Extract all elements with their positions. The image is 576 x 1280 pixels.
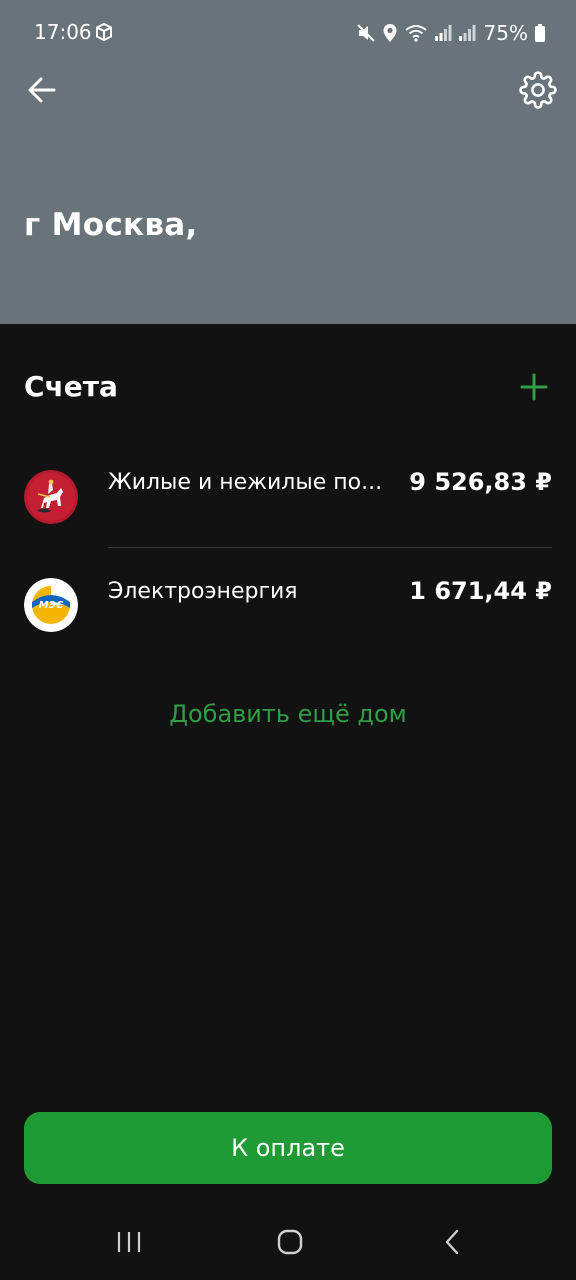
account-row[interactable]: Жилые и нежилые по... 9 526,83 ₽ (0, 443, 576, 547)
header-panel: 17:06 75% г Москва, (0, 0, 576, 324)
account-name: Жилые и нежилые по... (108, 470, 383, 495)
mute-icon (356, 24, 375, 42)
arrow-left-icon (28, 77, 56, 103)
system-nav-bar (0, 1200, 576, 1280)
home-icon[interactable] (277, 1229, 303, 1255)
nav-back-icon[interactable] (443, 1229, 461, 1255)
accounts-section-title: Счета (24, 370, 118, 403)
add-house-link[interactable]: Добавить ещё дом (0, 700, 576, 728)
back-button[interactable] (20, 70, 64, 110)
location-icon (383, 24, 397, 42)
address-title: г Москва, (24, 207, 198, 243)
add-account-button[interactable] (518, 371, 550, 403)
signal-icon-2 (458, 25, 476, 41)
status-bar: 17:06 75% (0, 0, 576, 64)
account-name: Электроэнергия (108, 579, 298, 604)
package-icon (96, 22, 112, 42)
moscow-coat-of-arms-icon (24, 470, 78, 524)
row-divider (108, 547, 552, 548)
settings-button[interactable] (516, 68, 560, 112)
plus-icon (520, 373, 548, 401)
battery-icon (535, 24, 545, 42)
signal-icon-1 (434, 25, 452, 41)
account-amount: 9 526,83 ₽ (409, 468, 552, 496)
account-row[interactable]: МЭС Электроэнергия 1 671,44 ₽ (0, 551, 576, 655)
pay-button[interactable]: К оплате (24, 1112, 552, 1184)
account-amount: 1 671,44 ₽ (409, 577, 552, 605)
gear-icon (519, 71, 557, 109)
mes-logo-text: МЭС (39, 600, 64, 611)
battery-percent: 75% (483, 21, 528, 45)
recents-icon[interactable] (116, 1230, 142, 1254)
wifi-icon (404, 25, 427, 42)
status-time: 17:06 (34, 20, 92, 44)
mes-logo-icon: МЭС (24, 578, 78, 632)
